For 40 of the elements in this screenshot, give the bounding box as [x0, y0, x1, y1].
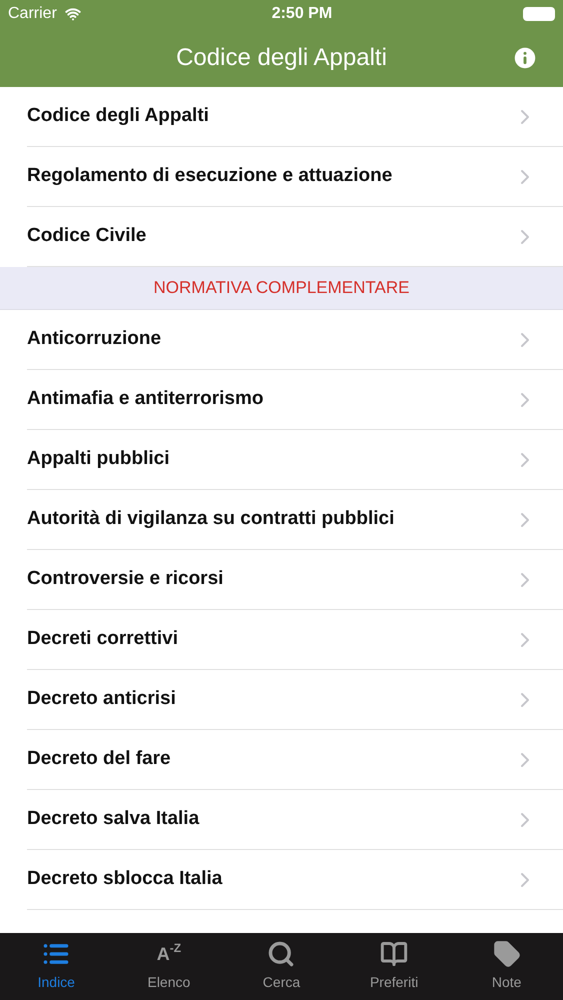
row-label: Codice degli Appalti — [27, 104, 209, 128]
row-label: Regolamento di esecuzione e attuazione — [27, 164, 392, 188]
tab[interactable]: Preferiti — [338, 933, 450, 1000]
list-row[interactable]: Controversie e ricorsi — [27, 550, 563, 610]
row-label: Controversie e ricorsi — [27, 567, 224, 592]
row-label: Decreti correttivi — [27, 627, 178, 652]
status-time: 2:50 PM — [272, 4, 332, 24]
list-row[interactable]: Decreto salva Italia — [27, 790, 563, 850]
tab[interactable]: Cerca — [225, 933, 338, 1000]
row-label: Decreto anticrisi — [27, 687, 176, 712]
section-header: NORMATIVA COMPLEMENTARE — [0, 267, 563, 310]
list-row[interactable]: Decreto sblocca Italia — [27, 850, 563, 910]
list-row[interactable]: Decreto anticrisi — [27, 670, 563, 730]
list-row[interactable]: Decreto del fare — [27, 730, 563, 790]
tab[interactable]: A$^{-Z}$ Elenco — [112, 933, 226, 1000]
list-row[interactable]: Appalti pubblici — [27, 430, 563, 490]
row-label: Decreto salva Italia — [27, 807, 200, 832]
row-label: Decreto sblocca Italia — [27, 867, 222, 892]
search-icon — [267, 940, 296, 968]
row-label: Appalti pubblici — [27, 447, 170, 472]
list-row[interactable]: Autorità di vigilanza su contratti pubblici — [27, 490, 563, 550]
az-icon: A$^{-Z}$ — [156, 940, 182, 968]
tag-icon — [492, 940, 521, 968]
book-icon — [380, 940, 408, 968]
row-label: Autorità di vigilanza su contratti pubblici — [27, 507, 394, 532]
list-row[interactable]: Regolamento di esecuzione e attuazione — [27, 147, 563, 207]
list-row[interactable]: Codice degli Appalti — [27, 87, 563, 147]
row-label: Decreto del fare — [27, 747, 171, 772]
wifi-icon — [64, 6, 81, 22]
row-label: Antimafia e antiterrorismo — [27, 387, 264, 412]
list-row[interactable]: Antimafia e antiterrorismo — [27, 370, 563, 430]
list-row[interactable]: Decreti correttivi — [27, 610, 563, 670]
nav-title: Codice degli Appalti — [176, 42, 387, 72]
row-label: Codice Civile — [27, 224, 146, 248]
tab[interactable]: Note — [450, 933, 563, 1000]
row-label: Anticorruzione — [27, 327, 162, 352]
carrier-label: Carrier — [8, 4, 57, 24]
battery-icon — [522, 7, 555, 21]
list-row[interactable]: Anticorruzione — [27, 310, 563, 370]
tab[interactable]: Indice — [0, 933, 113, 1000]
